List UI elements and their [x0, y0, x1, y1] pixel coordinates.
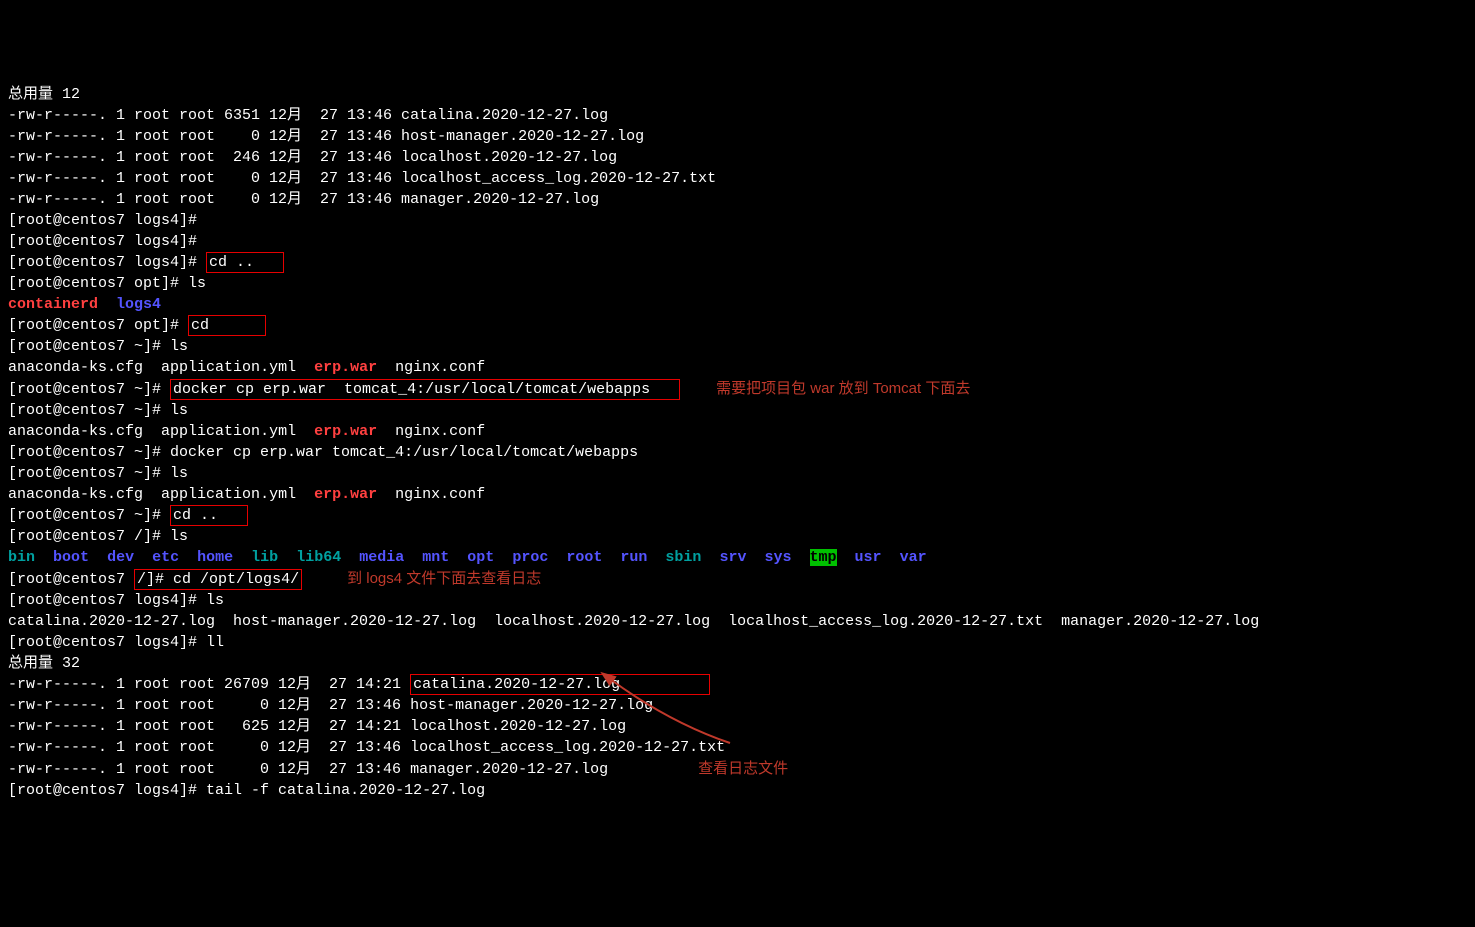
total-line: 总用量 32	[8, 655, 80, 672]
terminal-output[interactable]: 总用量 12 -rw-r-----. 1 root root 6351 12月 …	[0, 63, 1475, 843]
prompt-partial: /]#	[137, 571, 173, 588]
command: cd	[191, 317, 209, 334]
dir-entry: sbin	[665, 549, 701, 566]
command: ls	[170, 465, 188, 482]
command: cd ..	[209, 254, 254, 271]
file-line: -rw-r-----. 1 root root 0 12月 27 13:46 h…	[8, 128, 644, 145]
dir-entry: etc	[152, 549, 179, 566]
dir-entry: var	[900, 549, 927, 566]
prompt: [root@centos7 logs4]#	[8, 254, 206, 271]
annotation-text: 需要把项目包 war 放到 Tomcat 下面去	[716, 380, 970, 397]
file-entry: nginx.conf	[395, 486, 485, 503]
highlight-box: cd	[188, 315, 266, 336]
prompt: [root@centos7 ~]#	[8, 381, 170, 398]
dir-entry: home	[197, 549, 233, 566]
file-line: -rw-r-----. 1 root root 6351 12月 27 13:4…	[8, 107, 608, 124]
highlight-box: docker cp erp.war tomcat_4:/usr/local/to…	[170, 379, 680, 400]
annotation-text: 到 logs4 文件下面去查看日志	[347, 570, 541, 587]
command: cd /opt/logs4/	[173, 571, 299, 588]
command: ls	[170, 402, 188, 419]
file-entry: anaconda-ks.cfg	[8, 423, 143, 440]
command: ll	[206, 634, 224, 651]
dir-entry: dev	[107, 549, 134, 566]
prompt: [root@centos7 ~]#	[8, 402, 170, 419]
dir-entry: logs4	[116, 296, 161, 313]
file-line: -rw-r-----. 1 root root 0 12月 27 13:46 h…	[8, 697, 653, 714]
file-line: -rw-r-----. 1 root root 625 12月 27 14:21…	[8, 718, 626, 735]
command: cd ..	[173, 507, 218, 524]
dir-entry: root	[566, 549, 602, 566]
dir-entry: proc	[512, 549, 548, 566]
dir-entry: opt	[467, 549, 494, 566]
prompt: [root@centos7 opt]#	[8, 317, 188, 334]
file-line: -rw-r-----. 1 root root 246 12月 27 13:46…	[8, 149, 617, 166]
highlight-box: cd ..	[206, 252, 284, 273]
command: tail -f catalina.2020-12-27.log	[206, 782, 485, 799]
file-line: -rw-r-----. 1 root root 0 12月 27 13:46 m…	[8, 191, 599, 208]
prompt: [root@centos7 logs4]#	[8, 782, 206, 799]
prompt: [root@centos7 logs4]#	[8, 212, 206, 229]
highlight-box: catalina.2020-12-27.log	[410, 674, 710, 695]
highlight-box: cd ..	[170, 505, 248, 526]
prompt: [root@centos7 /]#	[8, 528, 170, 545]
prompt: [root@centos7 logs4]#	[8, 592, 206, 609]
file-entry: nginx.conf	[395, 359, 485, 376]
dir-entry: boot	[53, 549, 89, 566]
file-entry: catalina.2020-12-27.log	[413, 676, 620, 693]
file-entry: erp.war	[314, 486, 377, 503]
file-entry: erp.war	[314, 423, 377, 440]
file-line: -rw-r-----. 1 root root 0 12月 27 13:46 l…	[8, 170, 716, 187]
prompt: [root@centos7 ~]#	[8, 444, 170, 461]
command: ls	[170, 528, 188, 545]
prompt: [root@centos7 logs4]#	[8, 233, 206, 250]
dir-entry: containerd	[8, 296, 98, 313]
dir-entry: tmp	[810, 549, 837, 566]
dir-entry: usr	[855, 549, 882, 566]
dir-entry: srv	[719, 549, 746, 566]
command: ls	[188, 275, 206, 292]
prompt-partial: [root@centos7	[8, 571, 134, 588]
file-entry: erp.war	[314, 359, 377, 376]
file-line-partial: -rw-r-----. 1 root root 26709 12月 27 14:…	[8, 676, 401, 693]
file-entry: application.yml	[161, 423, 296, 440]
file-entry: application.yml	[161, 359, 296, 376]
dir-entry: media	[359, 549, 404, 566]
prompt: [root@centos7 ~]#	[8, 507, 170, 524]
command: ls	[170, 338, 188, 355]
dir-entry: bin	[8, 549, 35, 566]
prompt: [root@centos7 opt]#	[8, 275, 188, 292]
file-line: -rw-r-----. 1 root root 0 12月 27 13:46 m…	[8, 761, 608, 778]
command: docker cp erp.war tomcat_4:/usr/local/to…	[170, 444, 638, 461]
file-entry: anaconda-ks.cfg	[8, 486, 143, 503]
file-line: -rw-r-----. 1 root root 0 12月 27 13:46 l…	[8, 739, 725, 756]
prompt: [root@centos7 ~]#	[8, 465, 170, 482]
command: docker cp erp.war tomcat_4:/usr/local/to…	[173, 381, 650, 398]
command: ls	[206, 592, 224, 609]
total-line: 总用量 12	[8, 86, 80, 103]
dir-entry: mnt	[422, 549, 449, 566]
dir-entry: lib	[251, 549, 278, 566]
dir-entry: lib64	[296, 549, 341, 566]
file-line: catalina.2020-12-27.log host-manager.202…	[8, 613, 1259, 630]
prompt: [root@centos7 logs4]#	[8, 634, 206, 651]
dir-entry: run	[620, 549, 647, 566]
file-entry: anaconda-ks.cfg	[8, 359, 143, 376]
highlight-box: /]# cd /opt/logs4/	[134, 569, 302, 590]
dir-entry: sys	[764, 549, 791, 566]
prompt: [root@centos7 ~]#	[8, 338, 170, 355]
file-entry: nginx.conf	[395, 423, 485, 440]
annotation-text: 查看日志文件	[698, 760, 788, 777]
file-entry: application.yml	[161, 486, 296, 503]
